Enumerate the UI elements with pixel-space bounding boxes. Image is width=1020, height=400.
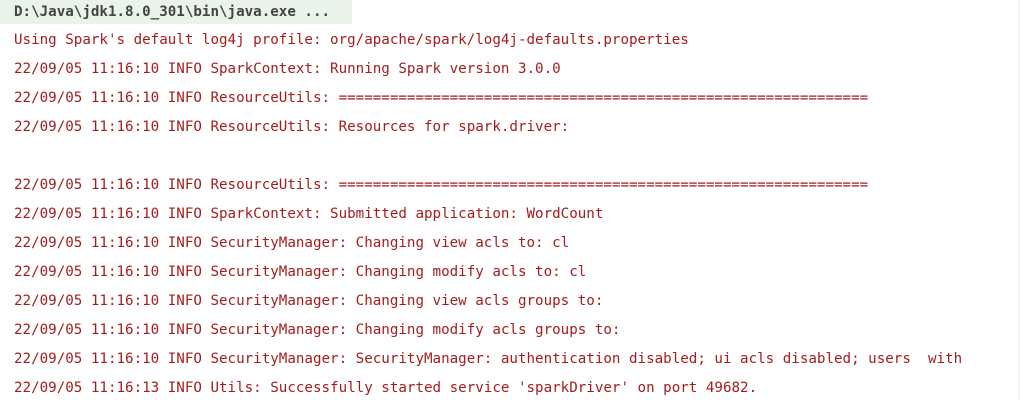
log-line: 22/09/05 11:16:10 INFO SecurityManager: …: [14, 351, 963, 367]
log-line: 22/09/05 11:16:10 INFO SparkContext: Sub…: [14, 206, 604, 222]
log-line: 22/09/05 11:16:10 INFO SecurityManager: …: [14, 322, 621, 338]
log-line: 22/09/05 11:16:10 INFO SecurityManager: …: [14, 293, 604, 309]
log-line: 22/09/05 11:16:10 INFO SecurityManager: …: [14, 235, 570, 251]
log-line: 22/09/05 11:16:10 INFO ResourceUtils: ==…: [14, 177, 869, 193]
log-line: 22/09/05 11:16:10 INFO SparkContext: Run…: [14, 61, 561, 77]
log-line: 22/09/05 11:16:13 INFO Utils: Successful…: [14, 380, 758, 396]
run-console-output[interactable]: D:\Java\jdk1.8.0_301\bin\java.exe ... Us…: [0, 0, 1020, 400]
log-line: Using Spark's default log4j profile: org…: [14, 32, 689, 48]
log-line: 22/09/05 11:16:10 INFO SecurityManager: …: [14, 264, 587, 280]
log-line: 22/09/05 11:16:10 INFO ResourceUtils: Re…: [14, 119, 570, 135]
command-line: D:\Java\jdk1.8.0_301\bin\java.exe ...: [14, 4, 331, 20]
log-line: 22/09/05 11:16:10 INFO ResourceUtils: ==…: [14, 90, 869, 106]
